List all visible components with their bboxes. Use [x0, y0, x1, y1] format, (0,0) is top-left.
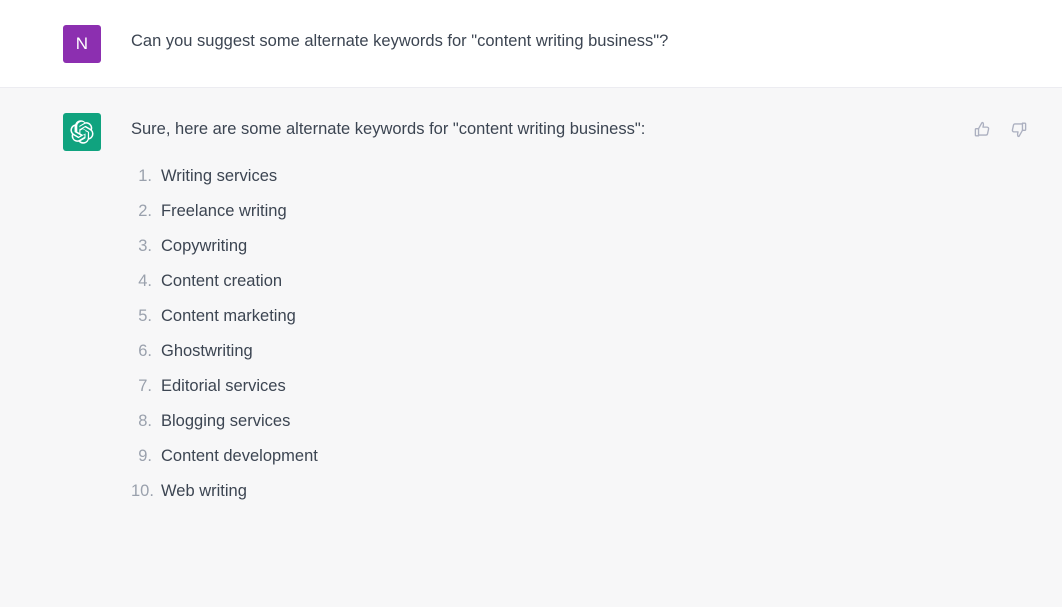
- list-item-label: Content marketing: [161, 308, 296, 325]
- list-item-label: Freelance writing: [161, 203, 287, 220]
- thumbs-down-icon: [1009, 120, 1028, 139]
- list-item: 10. Web writing: [131, 483, 1032, 518]
- list-item-number: 3.: [131, 238, 161, 255]
- user-avatar-initial: N: [76, 34, 88, 54]
- list-item: 2. Freelance writing: [131, 203, 1032, 238]
- assistant-message-row: Sure, here are some alternate keywords f…: [0, 88, 1062, 607]
- list-item: 8. Blogging services: [131, 413, 1032, 448]
- list-item-label: Writing services: [161, 168, 277, 185]
- list-item-number: 4.: [131, 273, 161, 290]
- assistant-message-body: Sure, here are some alternate keywords f…: [131, 112, 1032, 518]
- thumbs-up-button[interactable]: [971, 118, 993, 140]
- user-message-text: Can you suggest some alternate keywords …: [131, 29, 1032, 55]
- user-initial-avatar: N: [63, 25, 101, 63]
- list-item: 6. Ghostwriting: [131, 343, 1032, 378]
- list-item-number: 2.: [131, 203, 161, 220]
- user-message-row: N Can you suggest some alternate keyword…: [0, 0, 1062, 88]
- list-item-label: Web writing: [161, 483, 247, 500]
- list-item: 9. Content development: [131, 448, 1032, 483]
- list-item: 7. Editorial services: [131, 378, 1032, 413]
- list-item-label: Content development: [161, 448, 318, 465]
- list-item-label: Editorial services: [161, 378, 286, 395]
- list-item: 1. Writing services: [131, 168, 1032, 203]
- list-item: 3. Copywriting: [131, 238, 1032, 273]
- assistant-message-inner: Sure, here are some alternate keywords f…: [0, 112, 1062, 518]
- list-item-label: Ghostwriting: [161, 343, 253, 360]
- list-item-number: 5.: [131, 308, 161, 325]
- list-item-label: Blogging services: [161, 413, 290, 430]
- keyword-list: 1. Writing services 2. Freelance writing…: [131, 168, 1032, 518]
- list-item-number: 9.: [131, 448, 161, 465]
- list-item-number: 6.: [131, 343, 161, 360]
- list-item: 4. Content creation: [131, 273, 1032, 308]
- openai-logo-icon: [63, 113, 101, 151]
- list-item-label: Copywriting: [161, 238, 247, 255]
- list-item: 5. Content marketing: [131, 308, 1032, 343]
- thumbs-up-icon: [973, 120, 992, 139]
- conversation-thread: N Can you suggest some alternate keyword…: [0, 0, 1062, 607]
- list-item-number: 8.: [131, 413, 161, 430]
- list-item-number: 1.: [131, 168, 161, 185]
- list-item-label: Content creation: [161, 273, 282, 290]
- list-item-number: 10.: [131, 483, 161, 500]
- user-message-inner: N Can you suggest some alternate keyword…: [0, 24, 1062, 63]
- assistant-message-text: Sure, here are some alternate keywords f…: [131, 117, 1032, 143]
- list-item-number: 7.: [131, 378, 161, 395]
- thumbs-down-button[interactable]: [1007, 118, 1029, 140]
- feedback-actions: [971, 118, 1029, 140]
- user-message-body: Can you suggest some alternate keywords …: [131, 24, 1032, 55]
